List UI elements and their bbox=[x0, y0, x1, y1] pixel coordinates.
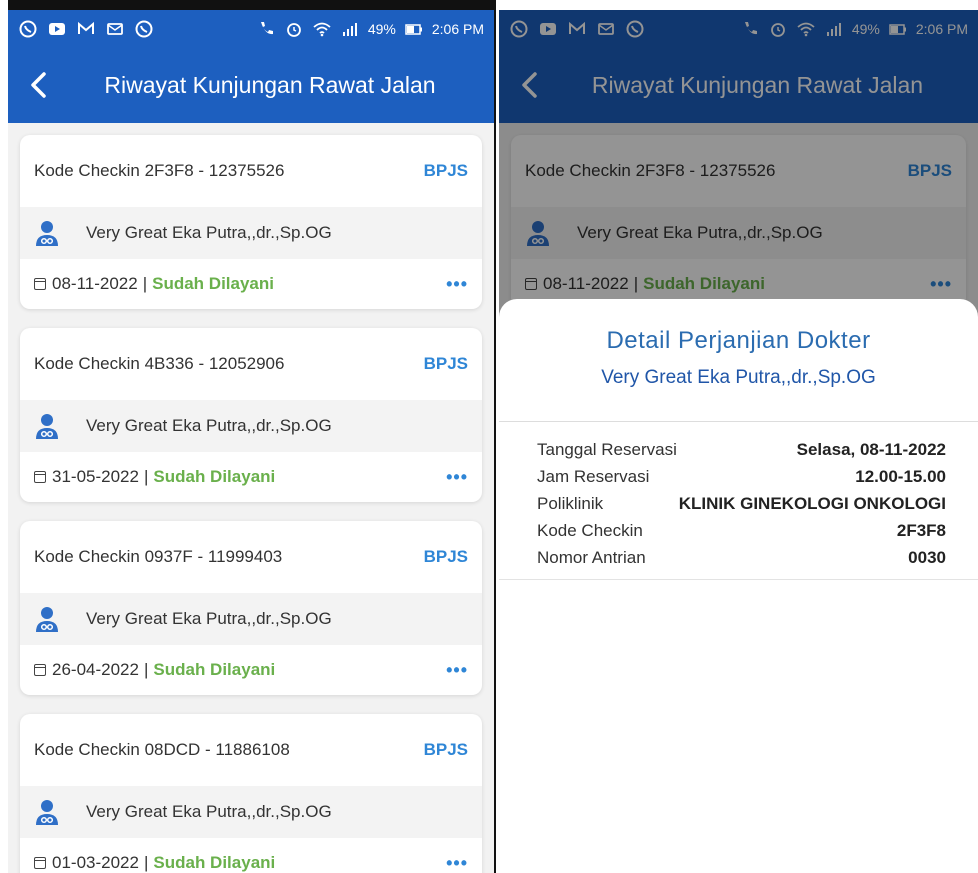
back-button[interactable] bbox=[8, 47, 68, 123]
visit-list: Kode Checkin 2F3F8 - 12375526 BPJS Very G… bbox=[8, 123, 494, 873]
separator: | bbox=[143, 660, 149, 679]
screen-top-edge bbox=[499, 0, 978, 10]
calendar-icon bbox=[34, 471, 46, 483]
detail-value: 0030 bbox=[908, 547, 946, 567]
visit-card[interactable]: Kode Checkin 0937F - 11999403 BPJS Very G… bbox=[20, 521, 482, 695]
detail-row: Kode Checkin 2F3F8 bbox=[537, 517, 946, 544]
payer-badge: BPJS bbox=[423, 547, 468, 566]
detail-value: 12.00-15.00 bbox=[855, 466, 946, 486]
message-icon bbox=[105, 19, 125, 39]
visit-card[interactable]: Kode Checkin 4B336 - 12052906 BPJS Very G… bbox=[20, 328, 482, 502]
whatsapp-icon bbox=[18, 19, 38, 39]
detail-label: Jam Reservasi bbox=[537, 466, 650, 486]
more-options-button[interactable]: ••• bbox=[446, 853, 468, 873]
chevron-left-icon bbox=[31, 72, 46, 98]
doctor-icon bbox=[36, 607, 58, 632]
checkin-code: Kode Checkin 08DCD - 11886108 bbox=[34, 740, 290, 759]
doctor-name: Very Great Eka Putra,,dr.,Sp.OG bbox=[86, 416, 332, 435]
checkin-code: Kode Checkin 2F3F8 - 12375526 bbox=[34, 161, 285, 180]
status-bar: 49% 2:06 PM bbox=[8, 10, 494, 47]
wifi-icon bbox=[312, 19, 332, 39]
detail-bottom-sheet: Detail Perjanjian Dokter Very Great Eka … bbox=[499, 299, 978, 873]
battery-percent: 49% bbox=[367, 20, 396, 37]
detail-value: 2F3F8 bbox=[896, 520, 946, 540]
visit-card[interactable]: Kode Checkin 08DCD - 11886108 BPJS Very G… bbox=[20, 714, 482, 873]
checkin-code: Kode Checkin 4B336 - 12052906 bbox=[34, 354, 285, 373]
call-icon bbox=[256, 19, 276, 39]
detail-row: Poliklinik KLINIK GINEKOLOGI ONKOLOGI bbox=[537, 490, 946, 517]
detail-label: Tanggal Reservasi bbox=[537, 439, 677, 459]
battery-icon bbox=[404, 19, 424, 39]
payer-badge: BPJS bbox=[423, 740, 468, 759]
visit-history-screen: 49% 2:06 PM Riwayat Kunjungan Rawat Jala… bbox=[8, 0, 494, 873]
visit-status: Sudah Dilayani bbox=[153, 467, 276, 486]
visit-status: Sudah Dilayani bbox=[152, 274, 274, 293]
youtube-icon bbox=[47, 19, 67, 39]
doctor-icon bbox=[36, 414, 58, 439]
calendar-icon bbox=[34, 278, 46, 290]
visit-date: 08-11-2022 bbox=[52, 274, 138, 293]
alarm-icon bbox=[284, 19, 304, 39]
calendar-icon bbox=[34, 664, 46, 676]
page-title: Riwayat Kunjungan Rawat Jalan bbox=[104, 71, 436, 98]
divider bbox=[499, 579, 978, 580]
app-bar: Riwayat Kunjungan Rawat Jalan bbox=[8, 47, 494, 123]
detail-value: Selasa, 08-11-2022 bbox=[796, 439, 946, 459]
checkin-code: Kode Checkin 0937F - 11999403 bbox=[34, 547, 283, 566]
gmail-icon bbox=[76, 19, 96, 39]
detail-row: Nomor Antrian 0030 bbox=[537, 544, 946, 571]
signal-icon bbox=[340, 19, 360, 39]
doctor-name: Very Great Eka Putra,,dr.,Sp.OG bbox=[86, 223, 332, 242]
sheet-title: Detail Perjanjian Dokter bbox=[606, 327, 871, 354]
separator: | bbox=[142, 274, 148, 293]
visit-card[interactable]: Kode Checkin 2F3F8 - 12375526 BPJS Very G… bbox=[20, 135, 482, 309]
doctor-name: Very Great Eka Putra,,dr.,Sp.OG bbox=[86, 802, 332, 821]
calendar-icon bbox=[34, 857, 46, 869]
payer-badge: BPJS bbox=[423, 354, 468, 373]
detail-table: Tanggal Reservasi Selasa, 08-11-2022 Jam … bbox=[499, 422, 978, 571]
detail-label: Nomor Antrian bbox=[537, 547, 646, 567]
visit-date: 01-03-2022 bbox=[52, 853, 139, 872]
visit-status: Sudah Dilayani bbox=[153, 660, 276, 679]
detail-label: Poliklinik bbox=[537, 493, 604, 513]
payer-badge: BPJS bbox=[423, 161, 468, 180]
separator: | bbox=[143, 467, 149, 486]
screen-top-edge bbox=[8, 0, 494, 10]
sheet-doctor-name: Very Great Eka Putra,,dr.,Sp.OG bbox=[601, 367, 876, 388]
clock: 2:06 PM bbox=[431, 20, 484, 37]
more-options-button[interactable]: ••• bbox=[446, 660, 468, 681]
visit-date: 26-04-2022 bbox=[52, 660, 139, 679]
doctor-icon bbox=[36, 221, 58, 246]
doctor-icon bbox=[36, 800, 58, 825]
more-options-button[interactable]: ••• bbox=[446, 467, 468, 488]
detail-label: Kode Checkin bbox=[537, 520, 643, 540]
visit-status: Sudah Dilayani bbox=[153, 853, 276, 872]
detail-row: Jam Reservasi 12.00-15.00 bbox=[537, 463, 946, 490]
doctor-name: Very Great Eka Putra,,dr.,Sp.OG bbox=[86, 609, 332, 628]
visit-date: 31-05-2022 bbox=[52, 467, 139, 486]
detail-value: KLINIK GINEKOLOGI ONKOLOGI bbox=[678, 493, 946, 513]
visit-detail-screen: 49% 2:06 PM Riwayat Kunjungan Rawat Jala… bbox=[499, 0, 978, 873]
whatsapp-icon bbox=[134, 19, 154, 39]
more-options-button[interactable]: ••• bbox=[446, 274, 468, 295]
detail-row: Tanggal Reservasi Selasa, 08-11-2022 bbox=[537, 436, 946, 463]
separator: | bbox=[143, 853, 149, 872]
